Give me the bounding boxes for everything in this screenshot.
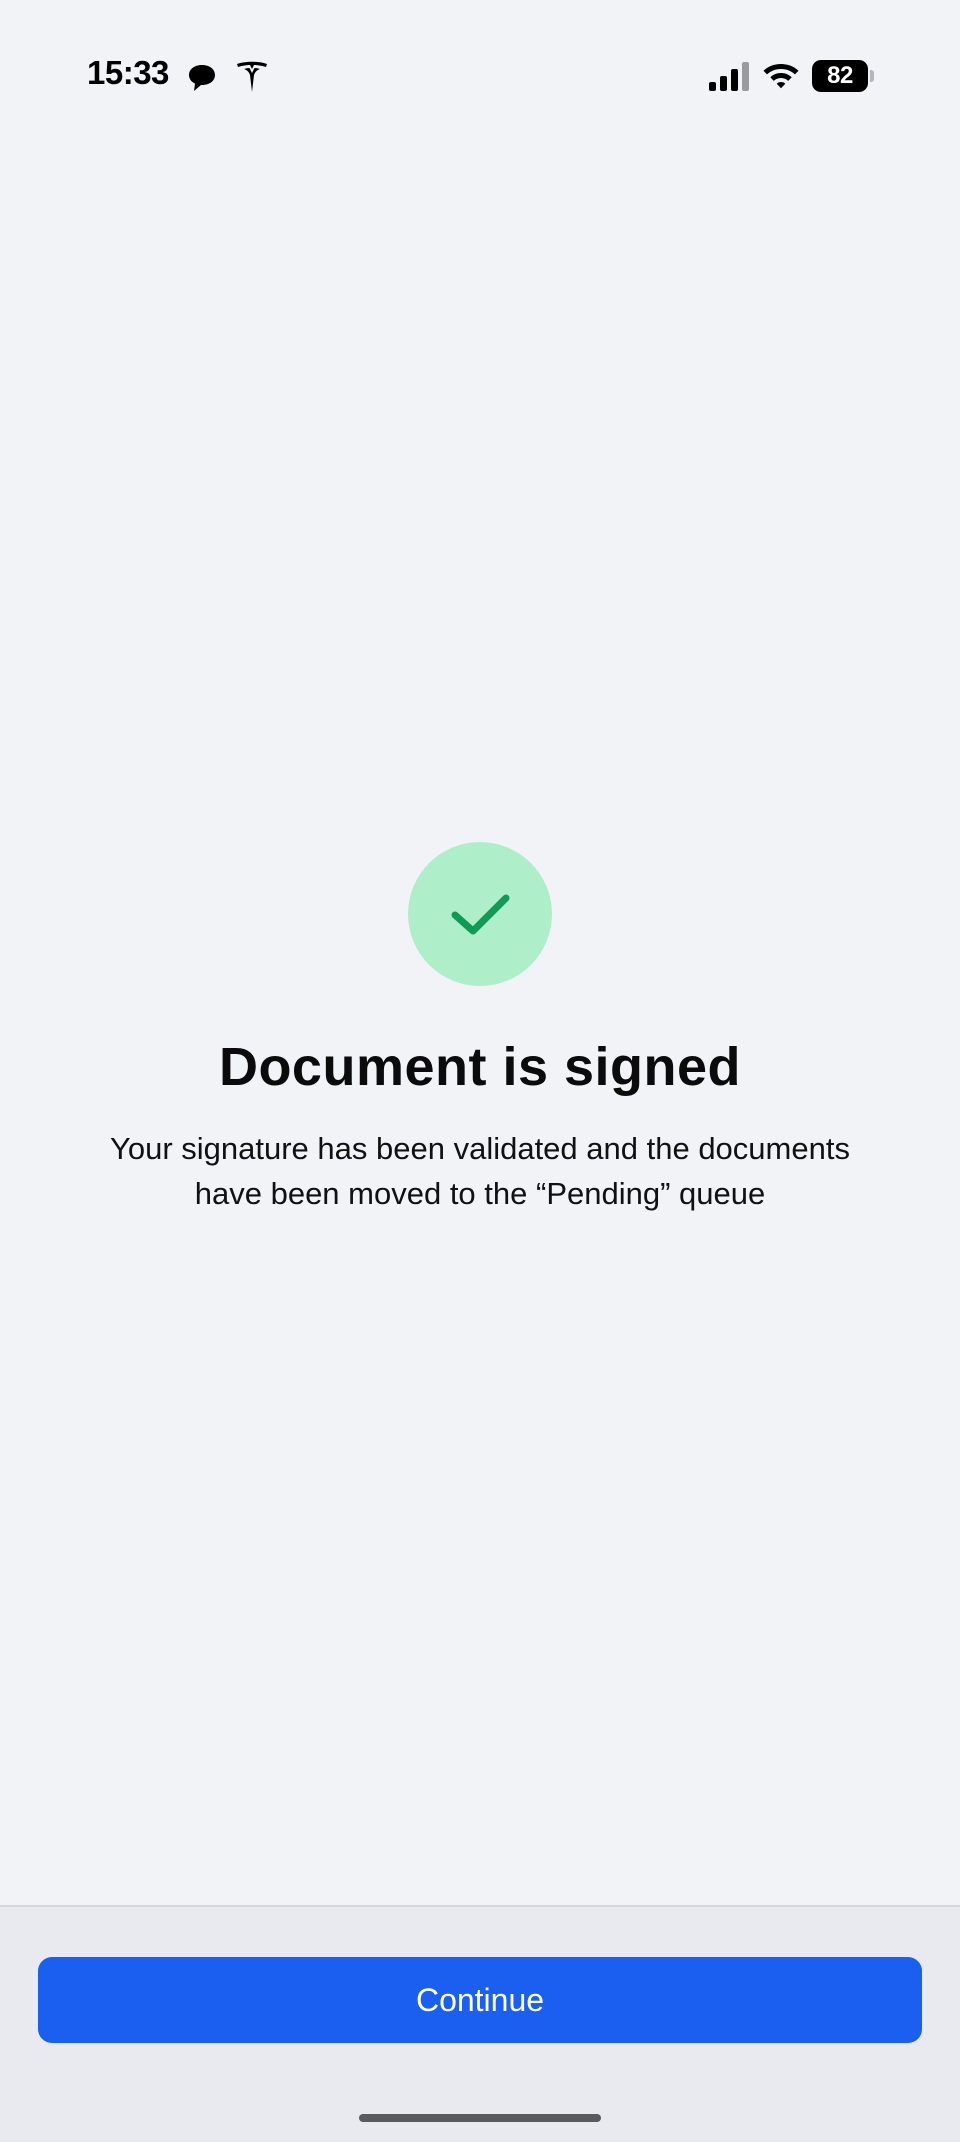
checkmark-icon bbox=[451, 894, 510, 935]
tesla-icon bbox=[237, 61, 267, 92]
signing-success-screen: 15:33 82 Document is signed Your signatu… bbox=[0, 0, 960, 2142]
continue-button[interactable]: Continue bbox=[38, 1957, 922, 2043]
success-message: Your signature has been validated and th… bbox=[110, 1131, 850, 1211]
page-title: Document is signed bbox=[218, 1037, 742, 1097]
battery-icon: 82 bbox=[812, 60, 874, 92]
chat-bubble-icon bbox=[189, 65, 215, 91]
status-time: 15:33 bbox=[87, 54, 169, 91]
cellular-signal-icon bbox=[709, 62, 749, 91]
success-badge bbox=[408, 842, 552, 986]
battery-level: 82 bbox=[827, 62, 853, 89]
home-indicator[interactable] bbox=[359, 2114, 601, 2122]
battery-body: 82 bbox=[812, 60, 868, 92]
bottom-action-bar: Continue bbox=[0, 1905, 960, 2142]
wifi-icon bbox=[763, 64, 799, 89]
status-bar: 15:33 82 bbox=[0, 0, 960, 150]
battery-tip bbox=[870, 70, 874, 82]
